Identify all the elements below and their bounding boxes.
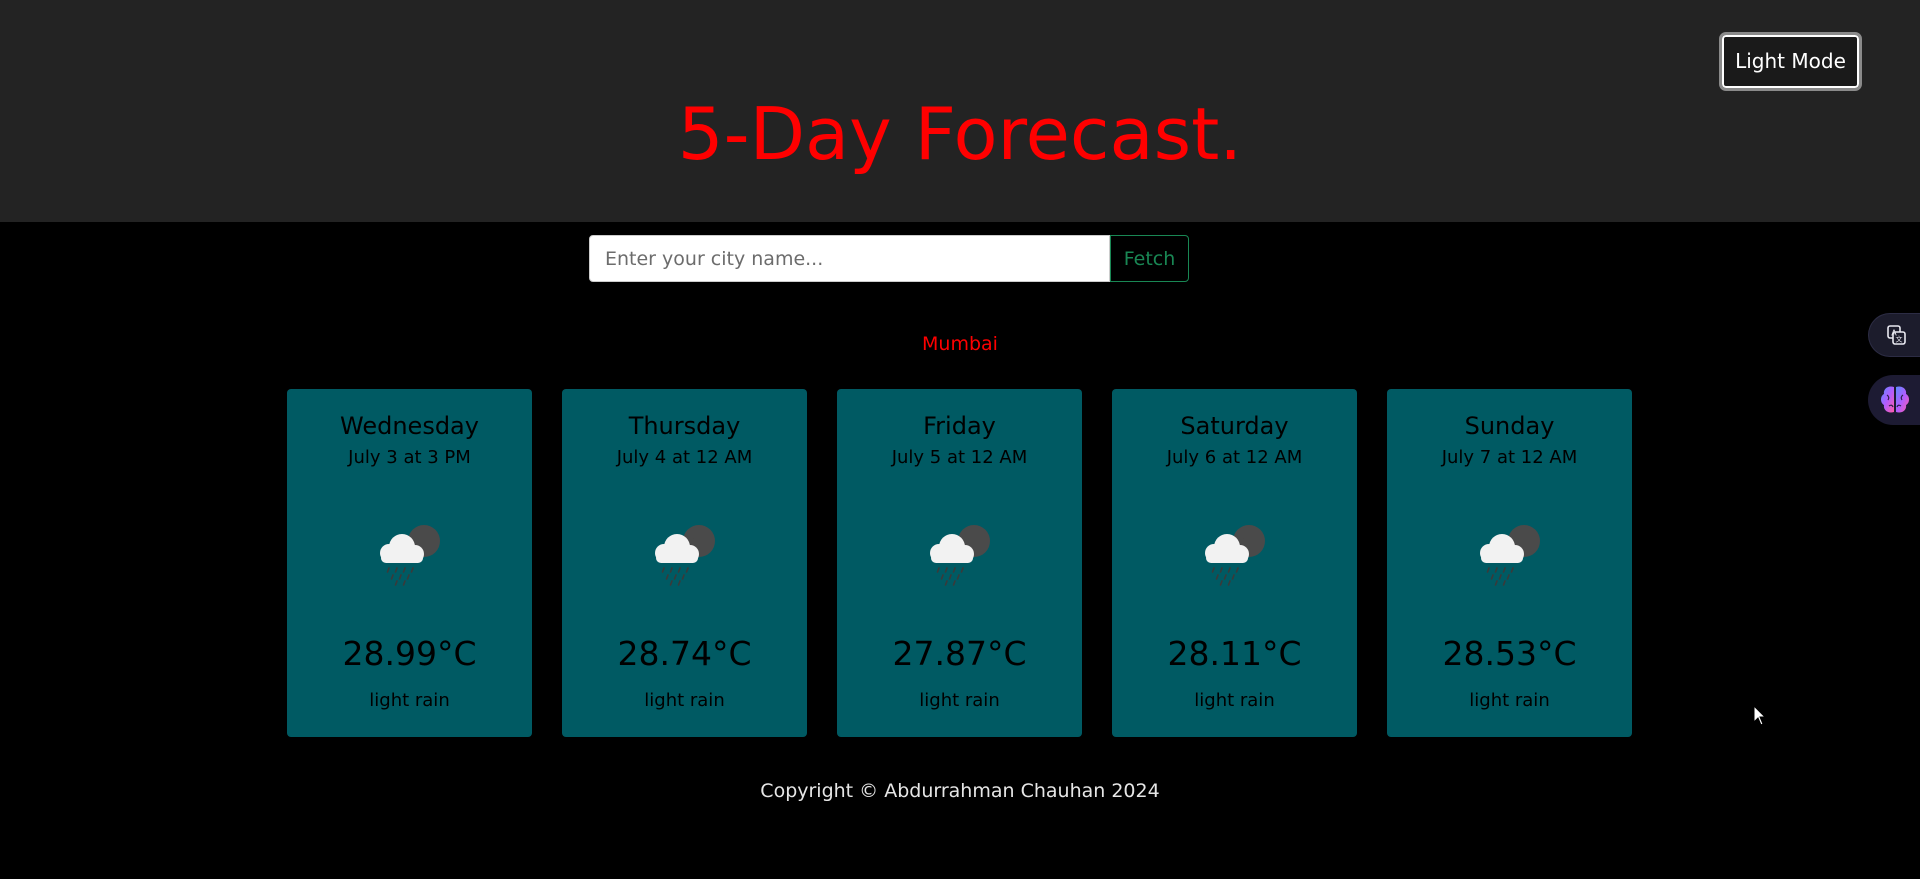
rain-cloud-icon [380,525,440,586]
forecast-date: July 4 at 12 AM [616,447,753,468]
forecast-card: Friday July 5 at 12 AM 27.87°C light rai… [837,389,1082,737]
fetch-button[interactable]: Fetch [1110,235,1189,282]
ai-assistant-button[interactable] [1868,375,1920,425]
page-title: 5-Day Forecast. [677,92,1243,176]
forecast-date: July 7 at 12 AM [1441,447,1578,468]
forecast-day: Saturday [1180,412,1289,440]
forecast-card: Thursday July 4 at 12 AM 28.74°C light r… [562,389,807,737]
mouse-cursor-icon [1753,705,1767,726]
svg-text:文: 文 [1896,335,1903,344]
footer-copyright: Copyright © Abdurrahman Chauhan 2024 [760,780,1160,802]
rain-cloud-icon [655,525,715,586]
city-name: Mumbai [922,333,998,355]
forecast-card: Wednesday July 3 at 3 PM 28.99°C light r… [287,389,532,737]
forecast-card: Saturday July 6 at 12 AM 28.11°C light r… [1112,389,1357,737]
brain-icon [1881,386,1909,413]
forecast-description: light rain [919,690,1000,711]
forecast-day: Thursday [628,412,741,440]
forecast-temperature: 27.87°C [892,634,1027,673]
forecast-description: light rain [644,690,725,711]
rain-cloud-icon [930,525,990,586]
rain-cloud-icon [1205,525,1265,586]
forecast-description: light rain [1194,690,1275,711]
page-header: 5-Day Forecast. Light Mode [0,0,1920,222]
forecast-card: Sunday July 7 at 12 AM 28.53°C light rai… [1387,389,1632,737]
forecast-temperature: 28.99°C [342,634,477,673]
forecast-day: Wednesday [340,412,479,440]
forecast-day: Sunday [1464,412,1555,440]
light-mode-button[interactable]: Light Mode [1719,32,1862,91]
forecast-description: light rain [369,690,450,711]
forecast-temperature: 28.11°C [1167,634,1302,673]
translate-widget-button[interactable]: A 文 [1868,313,1920,357]
forecast-date: July 5 at 12 AM [891,447,1028,468]
forecast-date: July 3 at 3 PM [348,447,471,468]
forecast-temperature: 28.53°C [1442,634,1577,673]
forecast-temperature: 28.74°C [617,634,752,673]
forecast-description: light rain [1469,690,1550,711]
forecast-date: July 6 at 12 AM [1166,447,1303,468]
translate-icon: A 文 [1887,325,1906,345]
city-search-input[interactable] [589,235,1110,282]
rain-cloud-icon [1480,525,1540,586]
forecast-day: Friday [923,412,996,440]
